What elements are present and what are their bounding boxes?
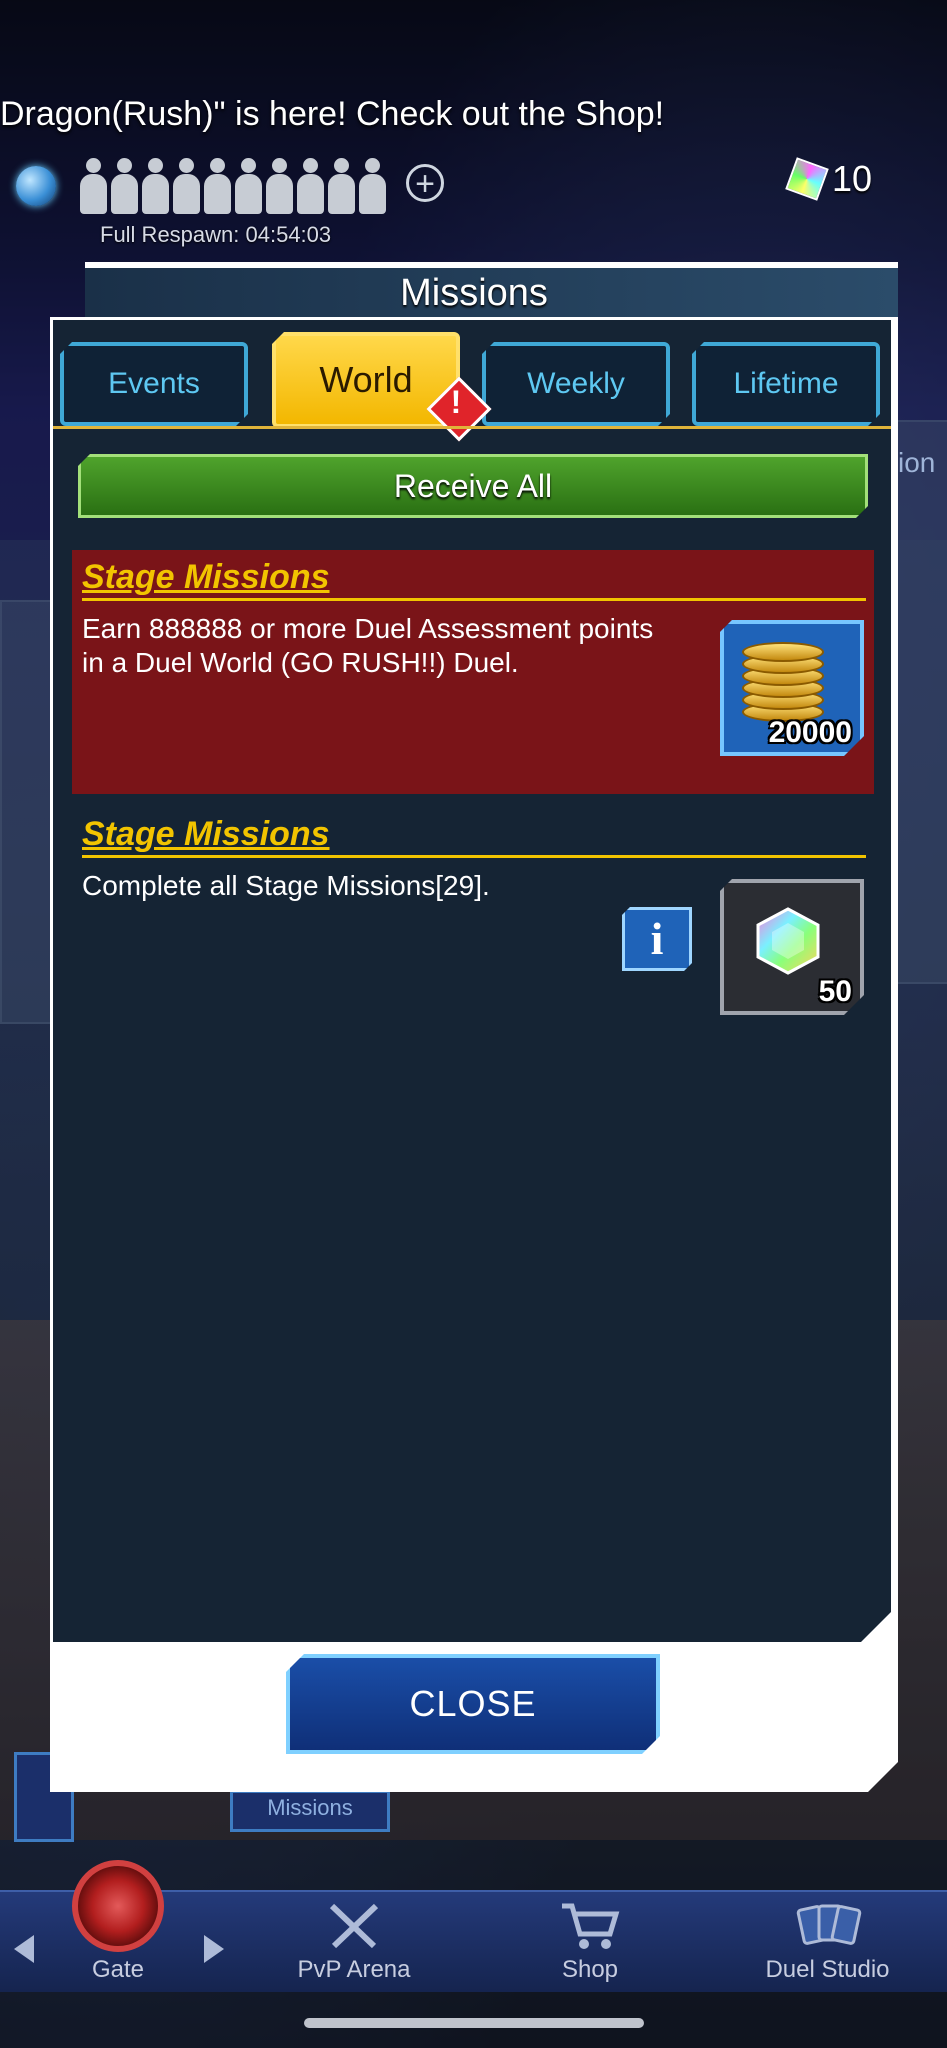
mission-description: Earn 888888 or more Duel Assessment poin… — [82, 613, 654, 678]
background-missions-button: Missions — [230, 1790, 390, 1832]
cart-icon — [562, 1903, 620, 1949]
gem-icon — [785, 157, 829, 201]
stamina-unit-icon — [266, 158, 293, 214]
nav-next-arrow-icon[interactable] — [204, 1935, 224, 1963]
gate-icon[interactable] — [72, 1860, 164, 1952]
mission-title: Stage Missions — [82, 558, 330, 596]
stamina-unit-icon — [80, 158, 107, 214]
tab-weekly[interactable]: Weekly — [482, 342, 670, 426]
mission-item[interactable]: Stage Missions Complete all Stage Missio… — [72, 807, 874, 1047]
respawn-timer: Full Respawn: 04:54:03 — [100, 222, 332, 247]
duel-orb-icon — [16, 166, 56, 206]
cards-icon — [796, 1904, 861, 1945]
tab-lifetime[interactable]: Lifetime — [692, 342, 880, 426]
stamina-unit-icon — [142, 158, 169, 214]
stamina-unit-icon — [173, 158, 200, 214]
mission-item-completed[interactable]: Stage Missions Earn 888888 or more Duel … — [72, 550, 874, 794]
news-ticker[interactable]: Dragon(Rush)" is here! Check out the Sho… — [0, 95, 664, 134]
mission-title: Stage Missions — [82, 815, 330, 853]
info-button[interactable]: i — [622, 907, 692, 971]
dialog-title: Missions — [400, 272, 548, 314]
mission-description: Complete all Stage Missions[29]. — [82, 870, 490, 901]
nav-prev-arrow-icon[interactable] — [14, 1935, 34, 1963]
tab-events[interactable]: Events — [60, 342, 248, 426]
gem-icon — [752, 905, 824, 977]
alert-badge: ! — [426, 376, 492, 442]
receive-all-button[interactable]: Receive All — [78, 454, 868, 518]
gem-count: 10 — [832, 158, 873, 199]
stamina-unit-icon — [297, 158, 324, 214]
nav-pvp-arena[interactable]: PvP Arena — [236, 1892, 472, 1992]
mission-tabs: Events World Weekly Lifetime ! — [60, 330, 890, 442]
nav-shop[interactable]: Shop — [472, 1892, 708, 1992]
stamina-meter — [80, 158, 386, 214]
mission-title-underline — [82, 598, 866, 601]
add-stamina-button[interactable]: + — [406, 164, 444, 202]
reward-quantity: 50 — [818, 975, 852, 1008]
gold-coins-icon — [742, 636, 828, 722]
nav-duel-studio[interactable]: Duel Studio — [708, 1892, 947, 1992]
crossed-swords-icon — [329, 1903, 379, 1949]
mission-title-underline — [82, 855, 866, 858]
reward-quantity: 20000 — [768, 716, 852, 749]
stamina-unit-icon — [204, 158, 231, 214]
stamina-unit-icon — [359, 158, 386, 214]
partial-label: ion — [898, 447, 936, 478]
tab-divider — [53, 426, 891, 429]
gem-counter[interactable]: 10 — [785, 157, 873, 201]
stamina-unit-icon — [111, 158, 138, 214]
close-button[interactable]: CLOSE — [286, 1654, 660, 1754]
stamina-unit-icon — [328, 158, 355, 214]
reward-coins[interactable]: 20000 — [720, 620, 864, 756]
stamina-unit-icon — [235, 158, 262, 214]
home-indicator[interactable] — [304, 2018, 644, 2028]
missions-dialog: Missions Events World Weekly Lifetime ! … — [50, 262, 898, 1792]
reward-gems[interactable]: 50 — [720, 879, 864, 1015]
